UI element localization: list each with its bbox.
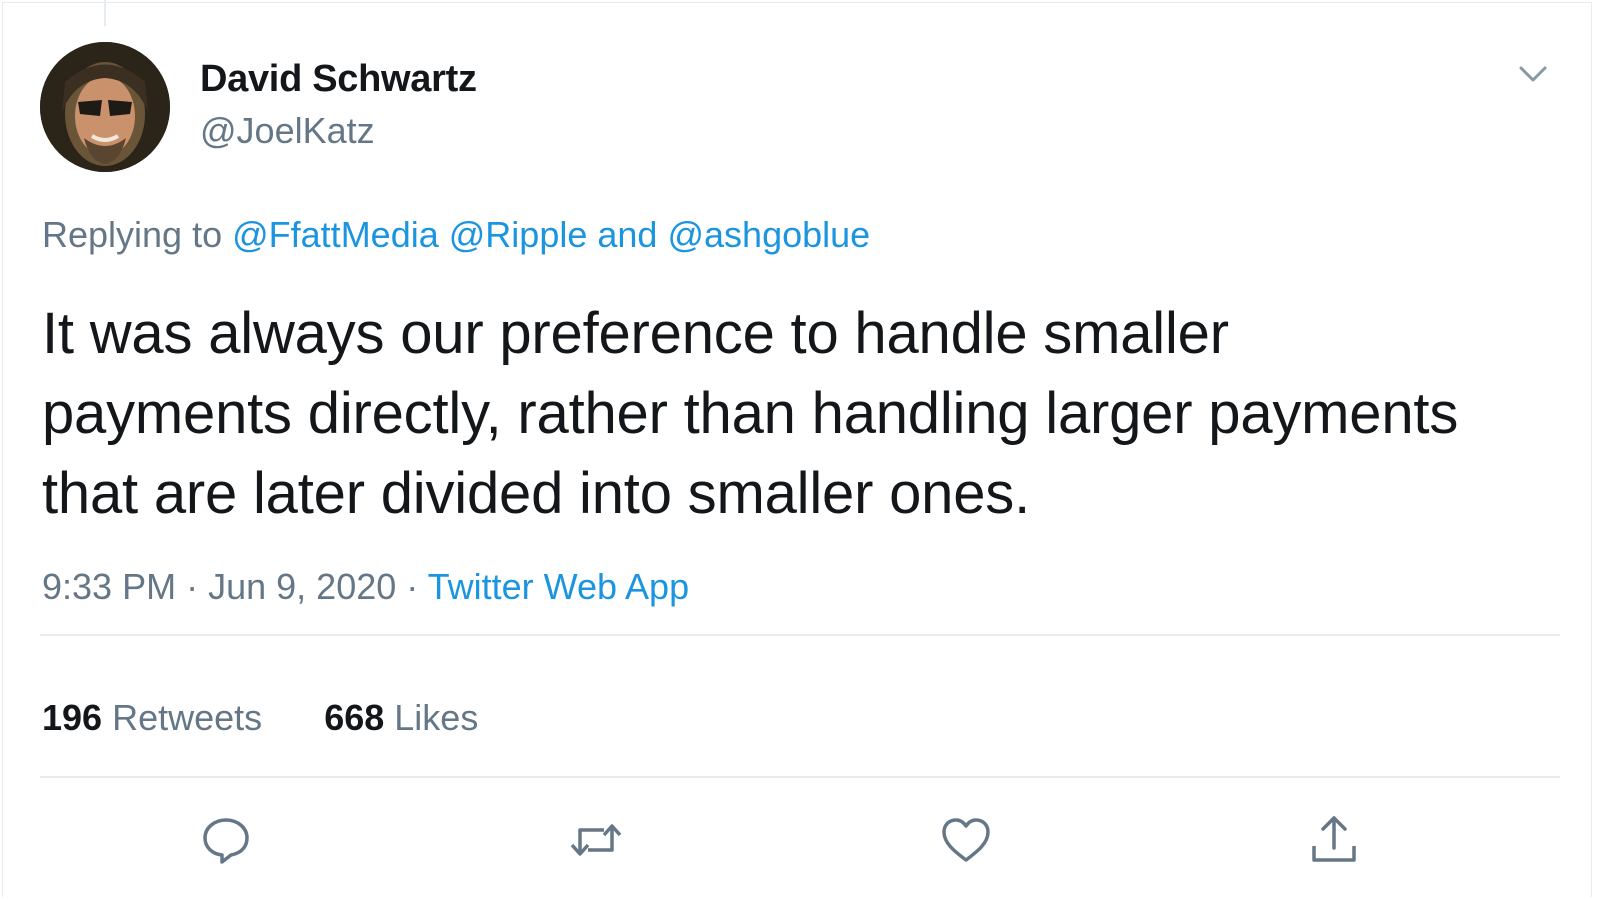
likes-label: Likes	[394, 697, 479, 738]
retweets-count: 196	[42, 697, 103, 738]
reply-context: Replying to @FfattMedia @Ripple and @ash…	[42, 214, 870, 256]
mention-link[interactable]: @Ripple	[449, 214, 588, 255]
tweet-time[interactable]: 9:33 PM	[42, 566, 176, 607]
divider	[40, 634, 1560, 636]
retweet-icon[interactable]	[568, 812, 624, 868]
avatar[interactable]	[40, 42, 170, 172]
author-display-name[interactable]: David Schwartz	[200, 58, 477, 101]
mention-link[interactable]: @ashgoblue	[667, 214, 870, 255]
share-icon[interactable]	[1306, 812, 1362, 868]
divider	[40, 776, 1560, 778]
avatar-image	[40, 42, 170, 172]
tweet-stats: 196 Retweets 668 Likes	[42, 697, 530, 739]
retweets-stat[interactable]: 196 Retweets	[42, 697, 262, 739]
reply-icon[interactable]	[198, 812, 254, 868]
meta-separator: ·	[406, 566, 419, 607]
author-handle[interactable]: @JoelKatz	[200, 110, 375, 152]
tweet-source-link[interactable]: Twitter Web App	[428, 566, 689, 607]
chevron-down-icon[interactable]	[1515, 60, 1551, 88]
like-icon[interactable]	[938, 812, 994, 868]
replying-to-label: Replying to	[42, 214, 223, 255]
likes-count: 668	[324, 697, 385, 738]
tweet-text: It was always our preference to handle s…	[42, 301, 1459, 526]
likes-stat[interactable]: 668 Likes	[324, 697, 478, 739]
tweet-date[interactable]: Jun 9, 2020	[208, 566, 396, 607]
and-label: and	[597, 214, 658, 255]
retweets-label: Retweets	[112, 697, 263, 738]
mention-link[interactable]: @FfattMedia	[232, 214, 439, 255]
tweet-meta: 9:33 PM · Jun 9, 2020 · Twitter Web App	[42, 566, 689, 608]
thread-connector	[104, 0, 106, 26]
meta-separator: ·	[186, 566, 199, 607]
